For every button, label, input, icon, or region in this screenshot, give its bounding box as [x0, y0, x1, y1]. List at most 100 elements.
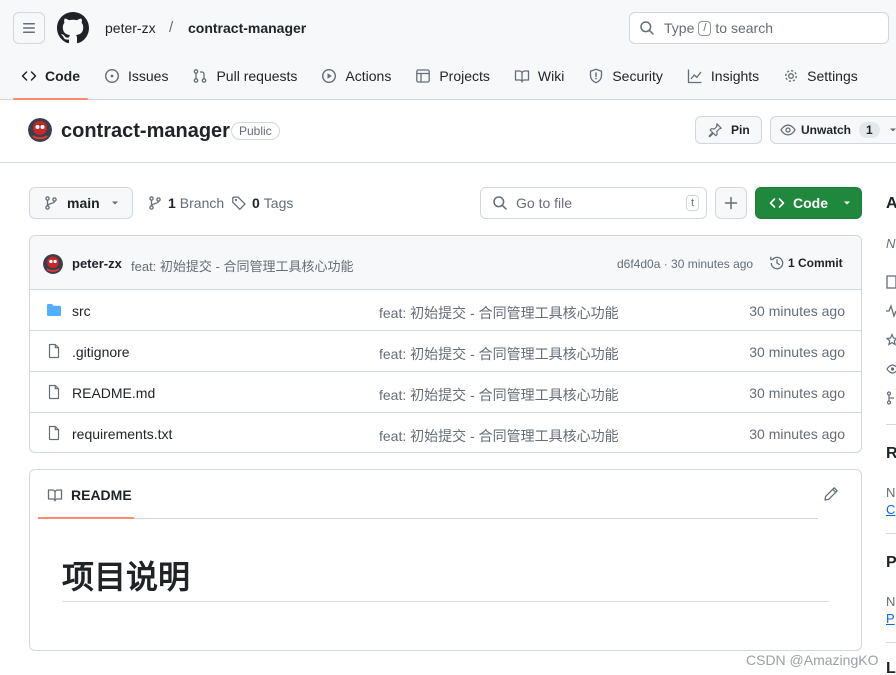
- search-icon: [492, 195, 508, 211]
- table-icon: [415, 68, 431, 84]
- chevron-down-icon: [842, 198, 852, 208]
- commit-author[interactable]: peter-zx: [72, 256, 122, 271]
- create-release-link[interactable]: C: [886, 502, 895, 517]
- commit-message[interactable]: feat: 初始提交 - 合同管理工具核心功能: [131, 256, 353, 275]
- readme-tab-divider: [134, 518, 818, 519]
- file-row[interactable]: .gitignore feat: 初始提交 - 合同管理工具核心功能 30 mi…: [30, 331, 861, 372]
- commit-author-avatar[interactable]: [43, 254, 63, 274]
- commit-hash-time[interactable]: d6f4d0a · 30 minutes ago: [617, 257, 753, 271]
- file-browser: peter-zx feat: 初始提交 - 合同管理工具核心功能 d6f4d0a…: [29, 235, 862, 453]
- file-commit-time: 30 minutes ago: [749, 385, 845, 401]
- tab-issues-label: Issues: [128, 68, 169, 84]
- readme-panel: README 项目说明: [29, 469, 862, 651]
- unwatch-label: Unwatch: [801, 123, 852, 137]
- watch-count: 1: [859, 122, 880, 138]
- tab-code[interactable]: Code: [13, 56, 88, 100]
- file-icon: [46, 425, 62, 441]
- tab-wiki[interactable]: Wiki: [506, 56, 572, 96]
- pencil-icon[interactable]: [823, 486, 839, 502]
- packages-heading[interactable]: P: [886, 554, 896, 572]
- languages-heading: L: [886, 660, 896, 675]
- global-search[interactable]: Type / to search: [629, 12, 889, 44]
- file-name[interactable]: requirements.txt: [72, 426, 172, 442]
- repo-title[interactable]: contract-manager: [61, 120, 230, 143]
- book-icon[interactable]: [886, 275, 896, 292]
- file-name[interactable]: .gitignore: [72, 344, 130, 360]
- go-to-file-placeholder: Go to file: [516, 195, 573, 211]
- tab-security[interactable]: Security: [580, 56, 671, 96]
- tab-insights-label: Insights: [710, 68, 760, 84]
- chevron-down-icon: [110, 198, 120, 208]
- breadcrumb-separator: /: [169, 19, 174, 36]
- file-commit-time: 30 minutes ago: [749, 344, 845, 360]
- file-icon: [46, 343, 62, 359]
- branch-count: 1: [168, 195, 176, 211]
- watermark: CSDN @AmazingKO: [746, 652, 879, 668]
- code-dropdown-button[interactable]: Code: [755, 187, 862, 219]
- fork-icon[interactable]: [886, 391, 896, 408]
- code-icon: [769, 195, 785, 211]
- tag-count: 0: [252, 195, 260, 211]
- releases-heading[interactable]: R: [886, 445, 896, 463]
- tab-pull-requests-label: Pull requests: [216, 68, 298, 84]
- unwatch-button[interactable]: Unwatch 1: [770, 116, 896, 144]
- add-file-button[interactable]: [715, 187, 747, 219]
- search-shortcut-key: /: [698, 20, 712, 36]
- file-commit-message[interactable]: feat: 初始提交 - 合同管理工具核心功能: [379, 303, 619, 323]
- tab-settings-label: Settings: [807, 68, 858, 84]
- about-heading: A: [886, 195, 896, 212]
- shield-icon: [588, 68, 604, 84]
- repo-nav: Code Issues Pull requests Actions Projec…: [13, 56, 874, 100]
- tab-projects[interactable]: Projects: [407, 56, 498, 96]
- file-row[interactable]: requirements.txt feat: 初始提交 - 合同管理工具核心功能…: [30, 413, 861, 452]
- eye-icon[interactable]: [886, 362, 896, 379]
- commit-history-link[interactable]: 1 Commit: [769, 255, 843, 271]
- tab-insights[interactable]: Insights: [679, 56, 767, 96]
- file-commit-message[interactable]: feat: 初始提交 - 合同管理工具核心功能: [379, 385, 619, 405]
- file-commit-message[interactable]: feat: 初始提交 - 合同管理工具核心功能: [379, 426, 619, 446]
- owner-avatar[interactable]: [28, 118, 52, 142]
- branch-icon: [43, 195, 59, 211]
- menu-button[interactable]: [13, 12, 45, 44]
- eye-icon: [780, 122, 796, 138]
- tab-issues[interactable]: Issues: [96, 56, 176, 96]
- file-row[interactable]: README.md feat: 初始提交 - 合同管理工具核心功能 30 min…: [30, 372, 861, 413]
- issue-icon: [104, 68, 120, 84]
- file-commit-time: 30 minutes ago: [749, 303, 845, 319]
- branches-link[interactable]: 1 Branch: [147, 195, 224, 211]
- file-name[interactable]: README.md: [72, 385, 155, 401]
- star-icon[interactable]: [885, 332, 896, 350]
- tab-pull-requests[interactable]: Pull requests: [184, 56, 305, 96]
- tab-actions-label: Actions: [345, 68, 392, 84]
- book-icon: [514, 68, 530, 84]
- readme-tab[interactable]: README: [38, 470, 134, 519]
- code-icon: [21, 68, 37, 84]
- gear-icon: [783, 68, 799, 84]
- github-logo-icon[interactable]: [57, 12, 89, 44]
- sidebar-divider: [886, 533, 896, 534]
- file-name[interactable]: src: [72, 303, 91, 319]
- go-to-file-input[interactable]: Go to file t: [480, 187, 707, 219]
- branch-icon: [147, 195, 163, 211]
- readme-tab-label: README: [71, 486, 132, 503]
- breadcrumb-owner[interactable]: peter-zx: [105, 20, 156, 36]
- tags-link[interactable]: 0 Tags: [231, 195, 293, 211]
- tab-actions[interactable]: Actions: [313, 56, 399, 96]
- plus-icon: [723, 195, 739, 211]
- heading-divider: [62, 601, 829, 602]
- breadcrumb-repo[interactable]: contract-manager: [188, 20, 306, 36]
- play-icon: [321, 68, 337, 84]
- tab-settings[interactable]: Settings: [775, 56, 866, 96]
- chevron-down-icon: [888, 125, 896, 135]
- file-row[interactable]: src feat: 初始提交 - 合同管理工具核心功能 30 minutes a…: [30, 290, 861, 331]
- repo-title-bar: contract-manager Public Pin Unwatch 1: [0, 100, 896, 163]
- publish-package-link[interactable]: P: [886, 611, 895, 626]
- activity-icon[interactable]: [886, 304, 896, 321]
- file-commit-message[interactable]: feat: 初始提交 - 合同管理工具核心功能: [379, 344, 619, 364]
- pin-button[interactable]: Pin: [695, 116, 762, 144]
- branch-selector[interactable]: main: [29, 187, 133, 219]
- branch-count-label: Branch: [179, 195, 225, 211]
- hamburger-icon: [21, 20, 37, 36]
- readme-heading: 项目说明: [62, 559, 191, 595]
- packages-empty-text: N: [886, 594, 896, 609]
